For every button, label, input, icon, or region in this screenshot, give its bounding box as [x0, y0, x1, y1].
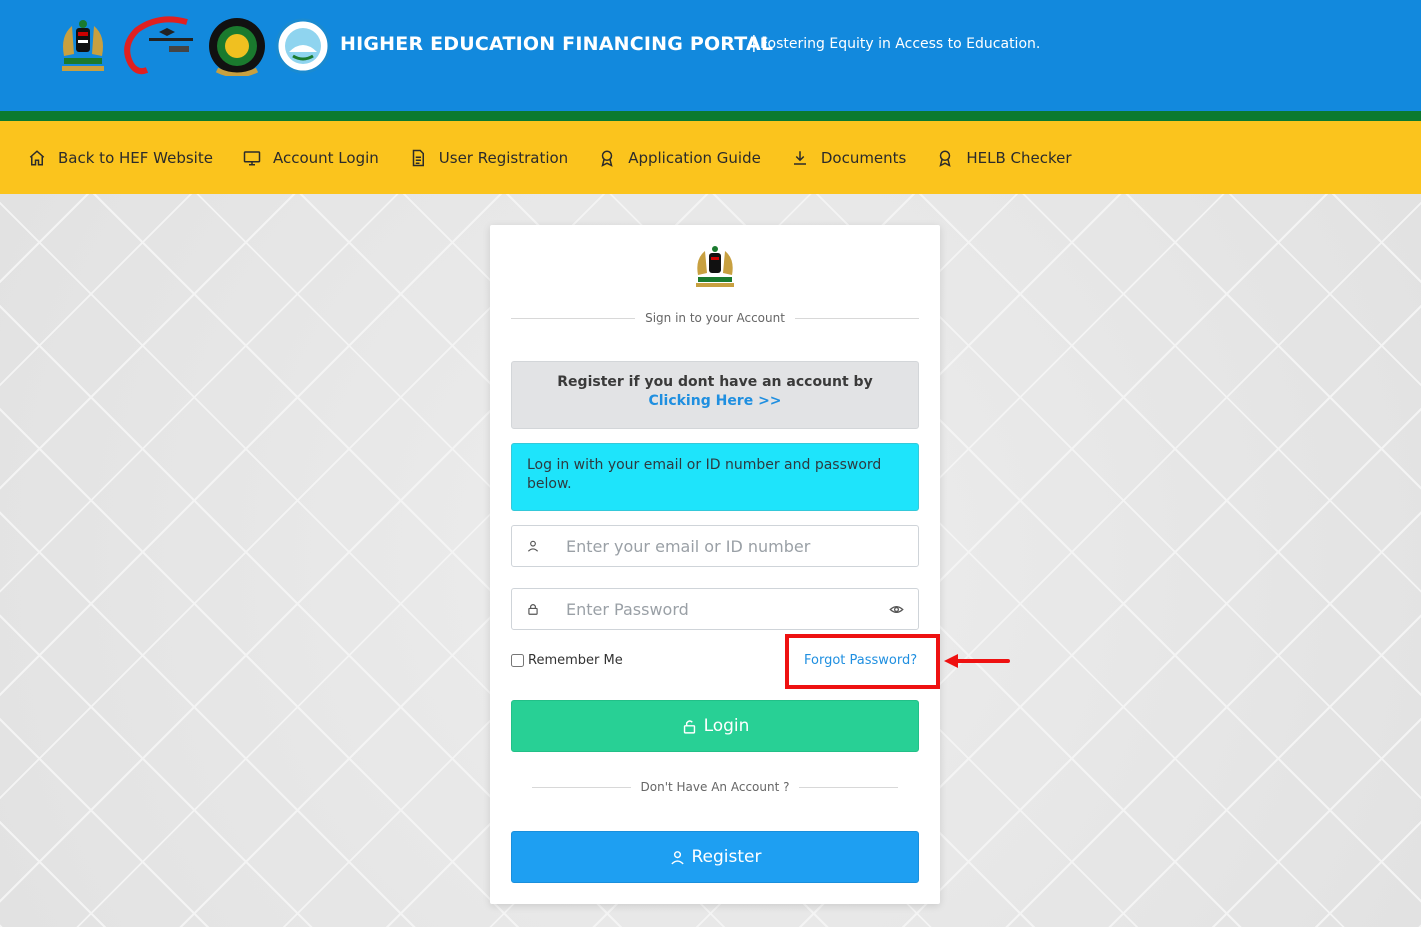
main-nav: Back to HEF Website Account Login User R…: [0, 121, 1421, 194]
register-notice: Register if you dont have an account by …: [511, 361, 919, 429]
pointer-arrow-icon: [944, 654, 1010, 668]
document-icon: [412, 149, 424, 166]
kenya-rural-logo: [275, 16, 331, 76]
unlock-icon: [683, 719, 695, 734]
user-icon: [512, 539, 554, 553]
register-link[interactable]: Clicking Here >>: [648, 393, 781, 409]
portal-tagline: Fostering Equity in Access to Education.: [760, 36, 1041, 52]
university-fund-logo: [119, 16, 199, 76]
nav-application-guide[interactable]: Application Guide: [598, 149, 761, 167]
download-icon: [793, 150, 806, 165]
header-green-band: [0, 111, 1421, 121]
portal-title: HIGHER EDUCATION FINANCING PORTAL: [340, 33, 774, 55]
nav-user-registration[interactable]: User Registration: [409, 149, 568, 167]
monitor-icon: [243, 150, 261, 165]
login-info-alert: Log in with your email or ID number and …: [511, 443, 919, 511]
partner-logos: [55, 14, 331, 78]
email-input[interactable]: [554, 527, 918, 565]
nav-documents[interactable]: Documents: [791, 148, 907, 167]
login-button-label: Login: [703, 716, 750, 736]
kenya-coat-of-arms-logo: [690, 243, 740, 291]
helb-logo: [207, 16, 267, 76]
title-separator: |: [751, 33, 757, 53]
nav-label: Back to HEF Website: [58, 148, 213, 167]
sign-in-divider: Sign in to your Account: [511, 311, 920, 325]
email-field-wrapper: [511, 525, 919, 567]
no-account-text: Don't Have An Account ?: [640, 780, 790, 794]
user-icon: [670, 850, 684, 864]
remember-me-checkbox[interactable]: [511, 654, 524, 667]
forgot-password-highlight: [785, 634, 940, 689]
remember-me-label: Remember Me: [528, 653, 623, 668]
nav-label: Application Guide: [628, 148, 761, 167]
register-button[interactable]: Register: [511, 831, 919, 883]
nav-helb-checker[interactable]: HELB Checker: [936, 148, 1072, 167]
eye-icon[interactable]: [874, 602, 918, 617]
nav-label: User Registration: [438, 148, 569, 167]
award-icon: [939, 150, 951, 167]
kenya-coat-of-arms-logo: [55, 16, 111, 76]
password-field-wrapper: [511, 588, 919, 630]
lock-icon: [512, 602, 554, 616]
nav-account-login[interactable]: Account Login: [243, 149, 379, 167]
password-input[interactable]: [554, 590, 874, 628]
login-card: Sign in to your Account Register if you …: [490, 225, 940, 904]
no-account-divider: Don't Have An Account ?: [532, 780, 899, 794]
nav-label: HELB Checker: [966, 148, 1072, 167]
sign-in-subtitle: Sign in to your Account: [645, 311, 785, 325]
register-button-label: Register: [691, 847, 762, 867]
home-icon: [29, 149, 45, 165]
nav-label: Documents: [820, 148, 907, 167]
login-button[interactable]: Login: [511, 700, 919, 752]
portal-header: HIGHER EDUCATION FINANCING PORTAL | Fost…: [0, 0, 1421, 111]
nav-label: Account Login: [272, 148, 379, 167]
register-notice-text: Register if you dont have an account by: [557, 374, 873, 390]
nav-back-to-hef-website[interactable]: Back to HEF Website: [28, 149, 213, 167]
remember-me[interactable]: Remember Me: [511, 653, 623, 668]
award-icon: [601, 150, 613, 167]
